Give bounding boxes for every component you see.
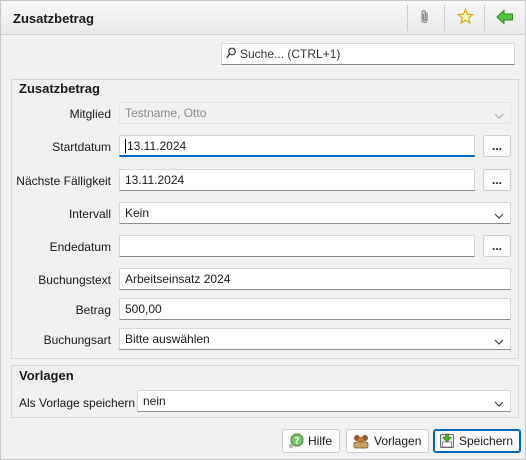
star-icon [456,8,474,28]
faelligkeit-value: 13.11.2024 [125,173,185,187]
mitglied-select: Testname, Otto [119,102,511,124]
als-vorlage-select[interactable]: nein [137,390,511,412]
startdatum-field[interactable]: 13.11.2024 [119,135,475,157]
faelligkeit-field[interactable]: 13.11.2024 [119,169,475,191]
als-vorlage-value: nein [143,394,166,408]
endedatum-picker-button[interactable]: ... [483,235,511,257]
vorlagen-button[interactable]: Vorlagen [346,429,430,453]
section-title-vorlagen: Vorlagen [19,368,74,383]
text-cursor [125,138,126,153]
buchungstext-value: Arbeitseinsatz 2024 [125,272,231,286]
help-button-label: Hilfe [308,434,333,448]
intervall-select[interactable]: Kein [119,202,511,224]
chevron-down-icon [494,397,504,411]
label-buchungstext: Buchungstext [38,273,111,287]
label-startdatum: Startdatum [52,140,111,154]
startdatum-value: 13.11.2024 [127,138,187,153]
save-icon [439,433,455,449]
help-button[interactable]: ? Hilfe [282,429,341,453]
picker-button-label: ... [491,239,502,253]
svg-text:?: ? [294,437,299,447]
help-icon: ? [288,433,304,449]
toolbar-separator [484,5,485,31]
faelligkeit-picker-button[interactable]: ... [483,169,511,191]
arrow-left-icon [496,8,514,28]
startdatum-picker-button[interactable]: ... [483,135,511,157]
buchungstext-field[interactable]: Arbeitseinsatz 2024 [119,268,511,290]
toolbar-separator [444,5,445,31]
attach-button[interactable] [412,6,438,30]
betrag-value: 500,00 [125,302,162,316]
mitglied-value: Testname, Otto [125,106,207,120]
save-button-label: Speichern [459,434,514,448]
save-button[interactable]: Speichern [433,429,522,453]
betrag-field[interactable]: 500,00 [119,298,511,320]
dialog-window: Zusatzbetrag Suche... (CTRL+1) Zusatzbet… [0,0,526,460]
label-endedatum: Endedatum [49,240,111,254]
toolbar-separator [407,5,408,31]
window-title: Zusatzbetrag [13,11,94,26]
templates-icon [352,433,370,449]
vorlagen-button-label: Vorlagen [374,434,422,448]
search-icon [226,47,237,62]
intervall-value: Kein [125,206,150,220]
buchungsart-value: Bitte auswählen [125,332,210,346]
label-mitglied: Mitglied [69,107,111,121]
search-placeholder: Suche... (CTRL+1) [240,47,341,61]
label-buchungsart: Buchungsart [43,333,111,347]
label-betrag: Betrag [75,303,111,317]
picker-button-label: ... [491,173,502,187]
label-als-vorlage: Als Vorlage speichern [19,396,136,410]
label-intervall: Intervall [68,207,111,221]
search-input[interactable]: Suche... (CTRL+1) [221,43,515,65]
paperclip-icon [417,9,433,28]
chevron-down-icon [494,335,504,349]
buchungsart-select[interactable]: Bitte auswählen [119,328,511,350]
group-divider [11,365,519,366]
endedatum-field[interactable] [119,235,475,257]
back-button[interactable] [492,6,518,30]
picker-button-label: ... [491,139,502,153]
chevron-down-icon [494,109,504,123]
group-divider [11,79,519,80]
chevron-down-icon [494,209,504,223]
section-title-zusatzbetrag: Zusatzbetrag [19,81,100,96]
label-faelligkeit: Nächste Fälligkeit [16,174,111,188]
favorite-button[interactable] [452,6,478,30]
title-bar: Zusatzbetrag [1,1,525,35]
